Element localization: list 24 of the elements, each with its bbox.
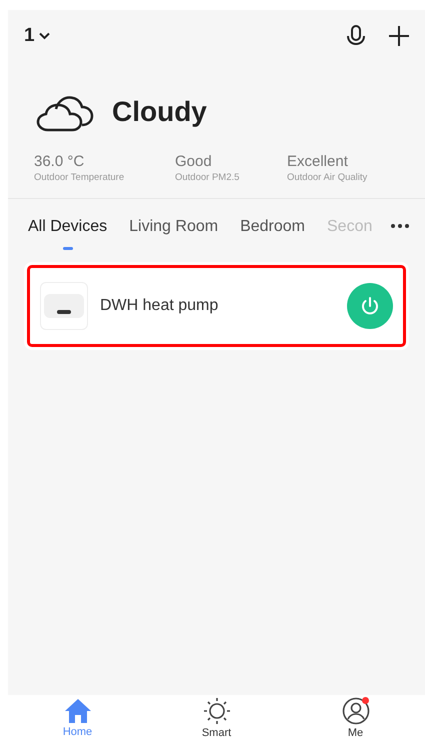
add-icon[interactable] (389, 26, 409, 46)
room-tab[interactable]: Living Room (129, 214, 218, 250)
home-selector[interactable]: 1 (24, 22, 50, 50)
weather-condition: Cloudy (112, 94, 207, 129)
home-icon (64, 698, 92, 724)
stat-value: Excellent (287, 152, 349, 172)
water-heater-thumbnail (40, 282, 88, 330)
nav-tab[interactable]: Me (316, 696, 396, 742)
stat-label: Outdoor PM2.5 (175, 171, 240, 186)
stat-label: Outdoor Temperature (34, 171, 126, 186)
nav-tab[interactable]: Smart (176, 696, 256, 742)
device-name: DWH heat pump (100, 296, 220, 316)
room-tab[interactable]: Bedroom (240, 214, 305, 250)
room-tab[interactable]: All Devices (28, 214, 108, 250)
power-icon (360, 296, 380, 316)
stat-label: Outdoor Air Quality (287, 171, 368, 186)
sun-icon (202, 696, 230, 725)
user-icon (342, 696, 370, 725)
device-card[interactable]: DWH heat pump (24, 262, 409, 350)
stat-value: 36.0 °C (34, 152, 86, 172)
microphone-icon[interactable] (347, 25, 365, 48)
chevron-down-icon (38, 32, 50, 40)
more-icon[interactable] (391, 224, 409, 228)
stat-value: Good (175, 152, 213, 172)
